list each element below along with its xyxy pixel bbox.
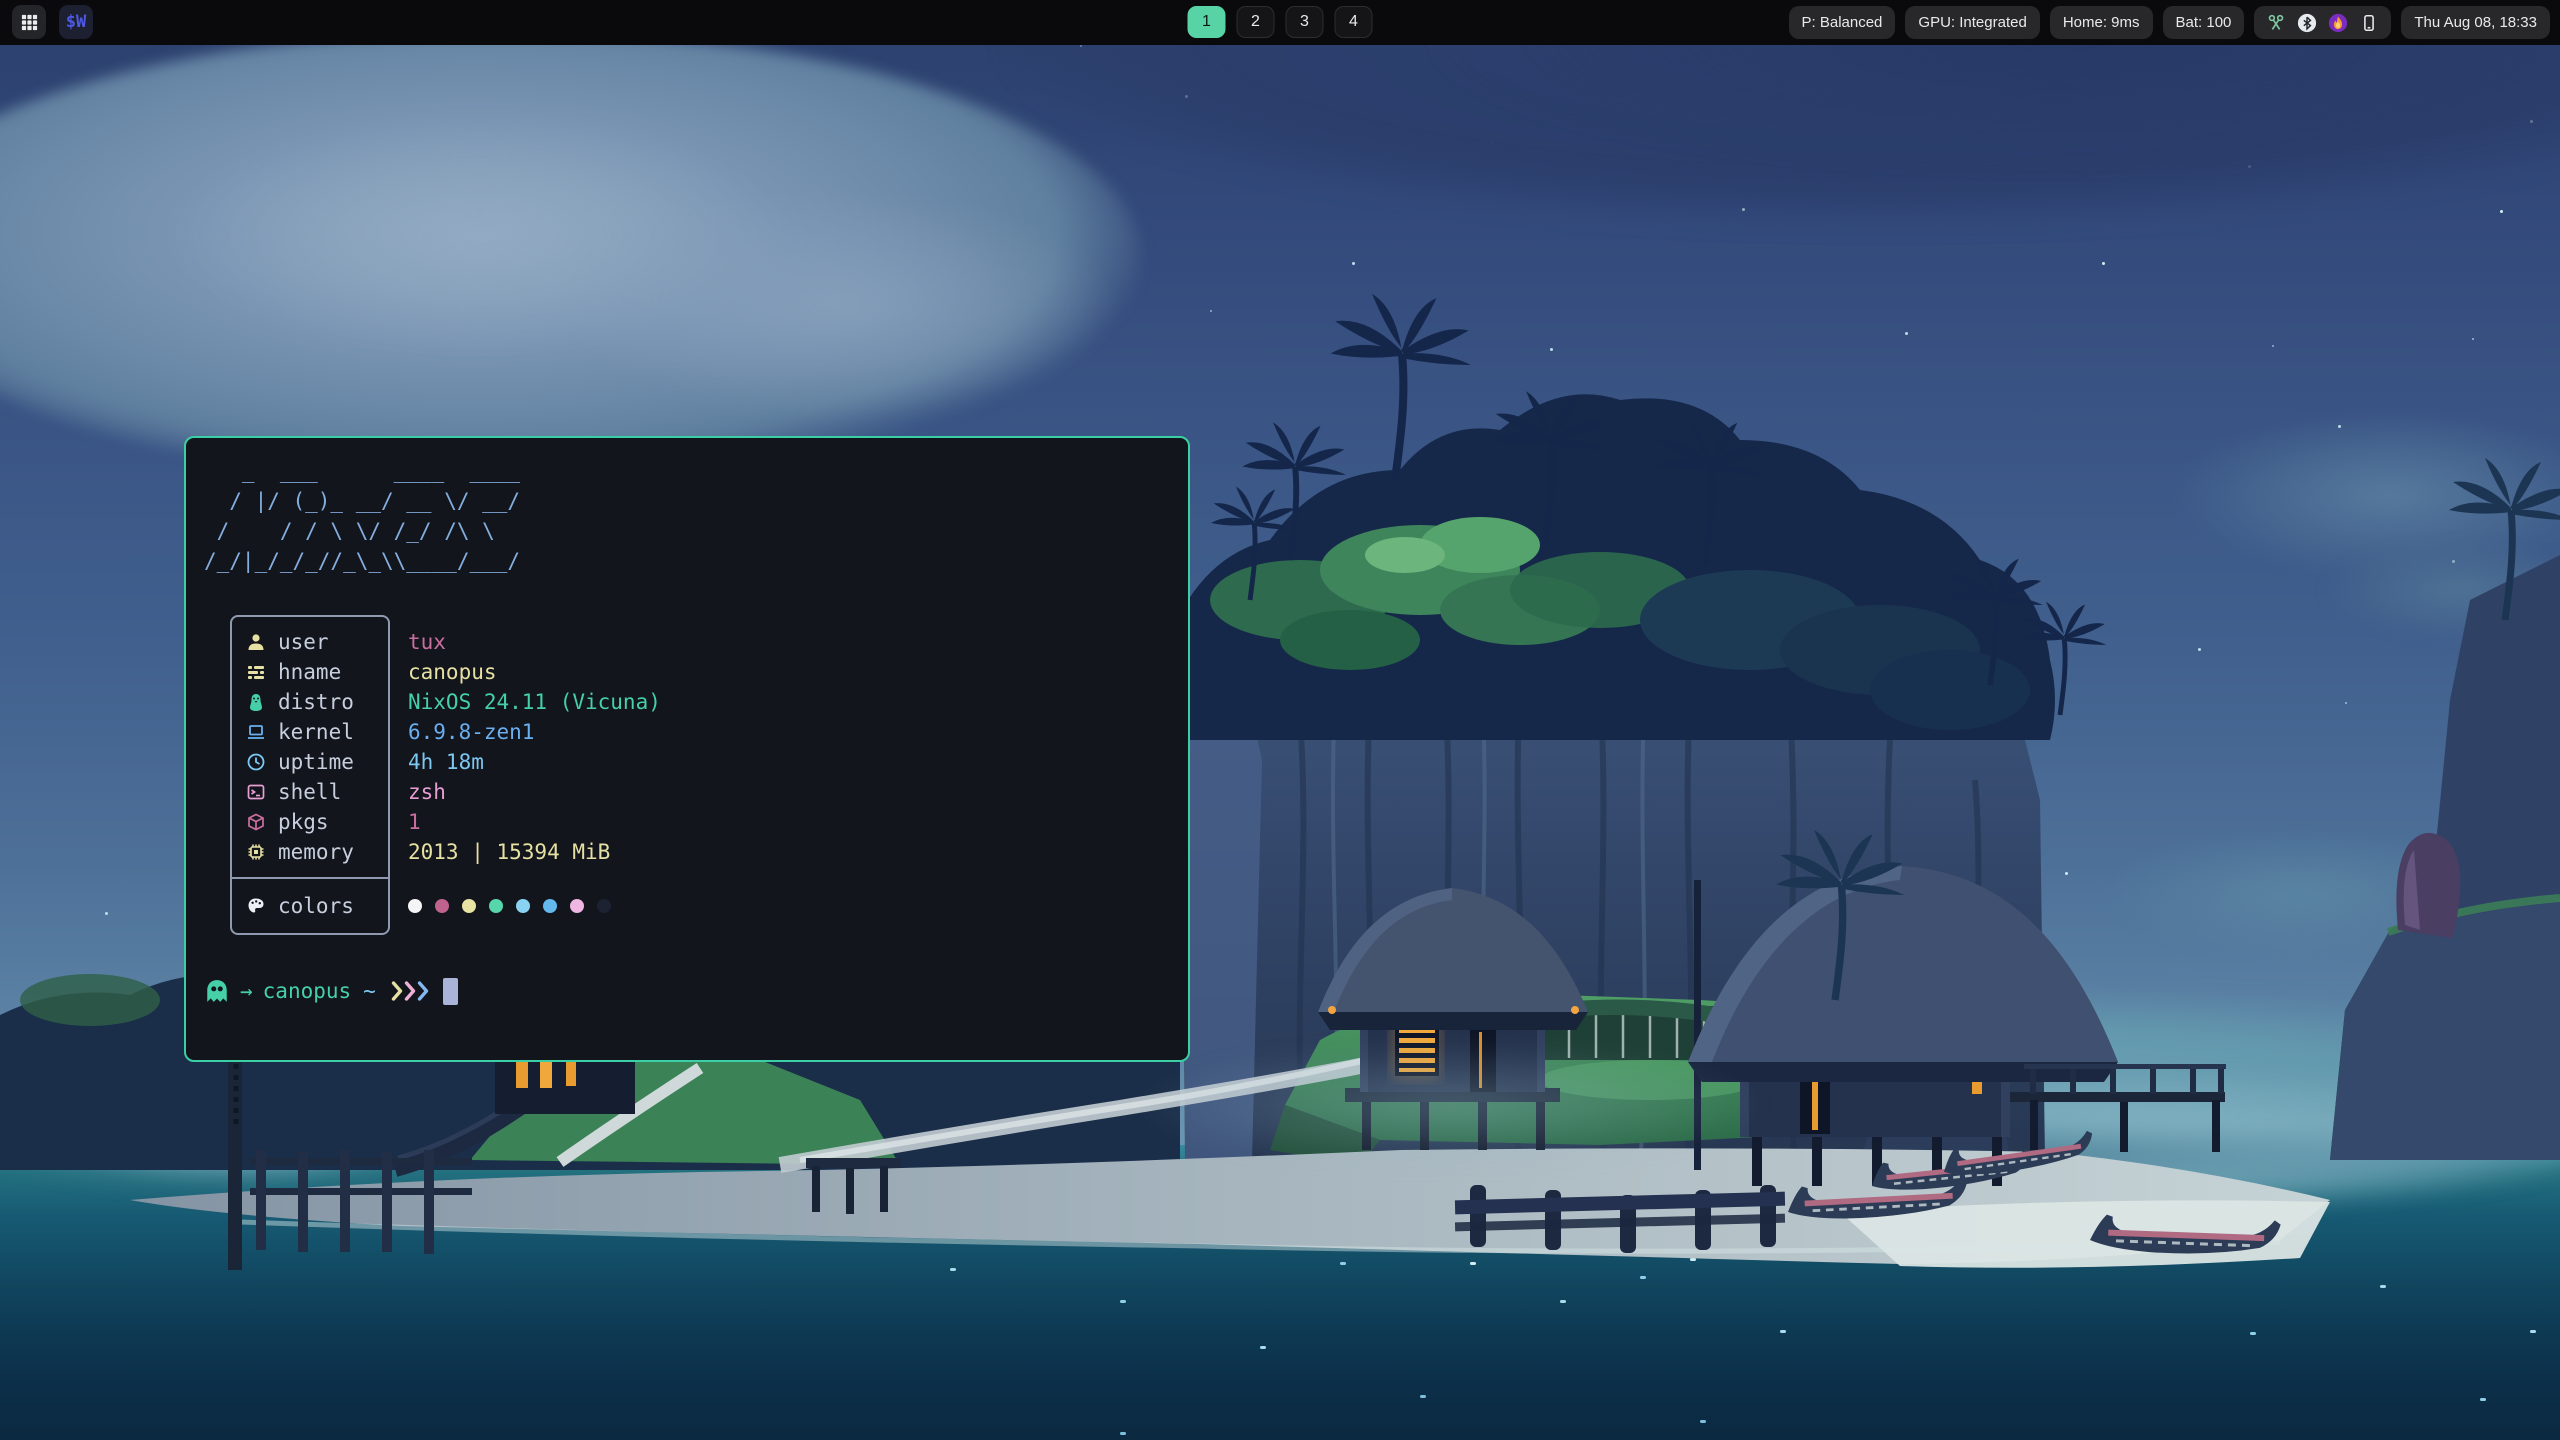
terminal-cursor xyxy=(443,978,458,1005)
flame-icon[interactable] xyxy=(2328,13,2348,33)
workspace-button-4[interactable]: 4 xyxy=(1335,6,1373,38)
bar-left: $W xyxy=(12,5,93,39)
prompt-hostname: canopus xyxy=(263,976,352,1006)
terminal-palette-dots xyxy=(408,891,661,921)
fetch-value-hname: canopus xyxy=(408,657,661,687)
palette-dot-5 xyxy=(543,899,557,913)
fetch-label: pkgs xyxy=(278,807,329,837)
workspace-button-2[interactable]: 2 xyxy=(1237,6,1275,38)
desktop: $W 1234 P: BalancedGPU: IntegratedHome: … xyxy=(0,0,2560,1440)
workspace-button-3[interactable]: 3 xyxy=(1286,6,1324,38)
fetch-value-uptime: 4h 18m xyxy=(408,747,661,777)
app-launcher-button[interactable] xyxy=(12,5,46,39)
fetch-row-shell: shell xyxy=(245,777,388,807)
system-tray xyxy=(2254,6,2391,39)
prompt-arrow: → xyxy=(240,976,253,1006)
fetch-label: hname xyxy=(278,657,341,687)
top-bar: $W 1234 P: Balanced GPU: Integrated Home: … xyxy=(0,0,2560,45)
fetch-label: uptime xyxy=(278,747,354,777)
palette-dot-0 xyxy=(408,899,422,913)
colors-label: colors xyxy=(278,891,354,921)
module-home-latency[interactable]: Home: 9ms xyxy=(2050,6,2153,39)
phone-icon[interactable] xyxy=(2359,13,2379,33)
module-battery[interactable]: Bat: 100 xyxy=(2163,6,2245,39)
fetch-row-distro: distro xyxy=(245,687,388,717)
scissors-icon[interactable] xyxy=(2266,13,2286,33)
nixos-ascii-logo: _ ___ ____ ____ / |/ (_)_ __/ __ \/ __/ … xyxy=(204,456,1172,576)
memory-icon xyxy=(245,841,267,863)
shell-prompt: → canopus ~ xyxy=(204,976,458,1006)
shore-mist xyxy=(1130,1040,1770,1170)
hostname-icon xyxy=(245,661,267,683)
palette-dot-3 xyxy=(489,899,503,913)
wm-logo-text: $W xyxy=(66,12,86,32)
fetch-value-shell: zsh xyxy=(408,777,661,807)
distro-icon xyxy=(245,691,267,713)
prompt-chevron-2 xyxy=(417,980,429,1002)
fetch-row-memory: memory xyxy=(245,837,388,867)
fetch-value-user: tux xyxy=(408,627,661,657)
fetch-row-hname: hname xyxy=(245,657,388,687)
workspace-button-1[interactable]: 1 xyxy=(1188,6,1226,38)
bluetooth-icon[interactable] xyxy=(2297,13,2317,33)
palette-dot-6 xyxy=(570,899,584,913)
workspace-switcher: 1234 xyxy=(1188,6,1373,38)
ghost-icon xyxy=(204,979,230,1003)
wm-logo-button[interactable]: $W xyxy=(59,5,93,39)
fetch-row-uptime: uptime xyxy=(245,747,388,777)
fastfetch-output: userhnamedistrokerneluptimeshellpkgsmemo… xyxy=(230,615,1172,935)
fetch-value-memory: 2013 | 15394 MiB xyxy=(408,837,661,867)
prompt-chevron-1 xyxy=(404,980,416,1002)
fetch-values: tuxcanopusNixOS 24.11 (Vicuna)6.9.8-zen1… xyxy=(408,615,661,935)
prompt-path: ~ xyxy=(363,976,376,1006)
fetch-label: distro xyxy=(278,687,354,717)
prompt-chevron-0 xyxy=(391,980,403,1002)
fetch-value-list: tuxcanopusNixOS 24.11 (Vicuna)6.9.8-zen1… xyxy=(408,627,661,867)
uptime-icon xyxy=(245,751,267,773)
fetch-label: user xyxy=(278,627,329,657)
fetch-value-distro: NixOS 24.11 (Vicuna) xyxy=(408,687,661,717)
kernel-icon xyxy=(245,721,267,743)
terminal-window[interactable]: _ ___ ____ ____ / |/ (_)_ __/ __ \/ __/ … xyxy=(184,436,1190,1062)
fetch-row-user: user xyxy=(245,627,388,657)
clock-text: Thu Aug 08, 18:33 xyxy=(2414,14,2537,31)
palette-dot-2 xyxy=(462,899,476,913)
fetch-labels: userhnamedistrokerneluptimeshellpkgsmemo… xyxy=(232,617,388,877)
fetch-label: kernel xyxy=(278,717,354,747)
fetch-label: memory xyxy=(278,837,354,867)
shell-icon xyxy=(245,781,267,803)
colors-row: colors xyxy=(245,891,388,921)
bar-right: P: Balanced GPU: Integrated Home: 9ms Bat: … xyxy=(1789,6,2550,39)
user-icon xyxy=(245,631,267,653)
palette-icon xyxy=(245,895,267,917)
fetch-label-box: userhnamedistrokerneluptimeshellpkgsmemo… xyxy=(230,615,390,935)
prompt-chevrons xyxy=(391,980,429,1002)
module-gpu[interactable]: GPU: Integrated xyxy=(1905,6,2039,39)
fetch-row-pkgs: pkgs xyxy=(245,807,388,837)
packages-icon xyxy=(245,811,267,833)
clock-module[interactable]: Thu Aug 08, 18:33 xyxy=(2401,6,2550,39)
app-grid-icon xyxy=(20,13,39,32)
module-power-profile[interactable]: P: Balanced xyxy=(1789,6,1896,39)
palette-dot-4 xyxy=(516,899,530,913)
fetch-row-kernel: kernel xyxy=(245,717,388,747)
palette-dot-1 xyxy=(435,899,449,913)
fetch-label: shell xyxy=(278,777,341,807)
fetch-colors-section: colors xyxy=(232,877,388,933)
fetch-value-kernel: 6.9.8-zen1 xyxy=(408,717,661,747)
palette-dot-7 xyxy=(597,899,611,913)
fetch-value-pkgs: 1 xyxy=(408,807,661,837)
